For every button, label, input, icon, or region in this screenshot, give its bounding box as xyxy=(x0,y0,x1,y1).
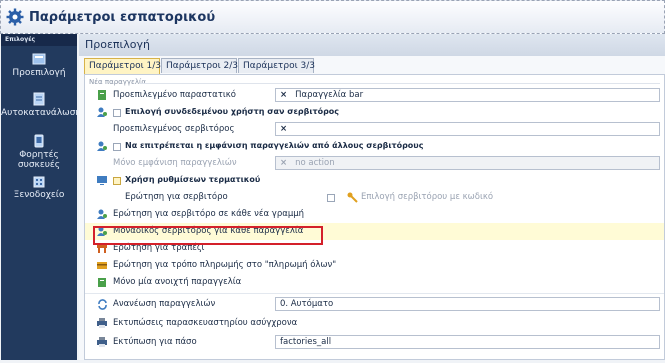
row-print-pass: Εκτύπωση για πάσο factories_all xyxy=(85,334,664,351)
hotel-icon xyxy=(33,176,45,188)
mobile-device-icon xyxy=(34,134,44,148)
printer-icon xyxy=(97,337,107,347)
row-ask-waiter-each-line: Ερώτηση για σερβιτόρο σε κάθε νέα γραμμή xyxy=(85,206,664,223)
refresh-icon xyxy=(98,299,107,310)
sidebar: Επιλογές Προεπιλογή Αυτοκατανάλωση Φορητ… xyxy=(1,34,81,360)
row-extra-label: Επιλογή σερβιτόρου με κωδικό xyxy=(361,192,494,202)
section-divider xyxy=(140,83,660,84)
divider xyxy=(85,293,664,294)
preset-icon xyxy=(32,53,46,65)
connected-user-checkbox[interactable] xyxy=(113,109,121,117)
gear-icon xyxy=(6,8,24,26)
row-default-document: Προεπιλεγμένο παραστατικό × Παραγγελία ba… xyxy=(85,87,664,104)
row-default-waiter: Προεπιλεγμένος σερβιτόρος × xyxy=(85,121,664,138)
row-label: Να επιτρέπεται η εμφάνιση παραγγελιών απ… xyxy=(125,141,424,150)
row-label: Ανανέωση παραγγελιών xyxy=(113,299,216,309)
window-title: Παράμετροι εσπατορικού xyxy=(29,10,216,25)
clear-icon[interactable]: × xyxy=(280,124,287,134)
sidebar-item-label: Φορητές συσκευές xyxy=(17,150,61,170)
highlight-frame xyxy=(93,226,323,245)
default-waiter-field[interactable]: × xyxy=(275,122,660,136)
user-icon xyxy=(97,141,107,151)
print-pass-field[interactable]: factories_all xyxy=(275,335,660,349)
terminal-settings-checkbox[interactable] xyxy=(113,177,121,185)
allow-other-waiters-checkbox[interactable] xyxy=(113,143,121,151)
tab-params-3[interactable]: Παράμετροι 3/3 xyxy=(238,58,315,73)
row-label: Προεπιλεγμένο παραστατικό xyxy=(113,90,236,100)
row-label: Ερώτηση για σερβιτόρο σε κάθε νέα γραμμή xyxy=(113,209,305,219)
section-label: Νέα παραγγελία xyxy=(89,78,146,86)
row-label: Μόνο εμφάνιση παραγγελιών xyxy=(113,158,237,168)
payment-icon xyxy=(97,262,107,269)
row-label: Χρήση ρυθμίσεων τερματικού xyxy=(125,175,261,184)
sidebar-item-autoconsumption[interactable]: Αυτοκατανάλωση xyxy=(1,92,81,118)
row-label: Ερώτηση για σερβιτόρο xyxy=(125,192,228,202)
row-show-orders-only: Μόνο εμφάνιση παραγγελιών × no action xyxy=(85,155,664,172)
monitor-icon xyxy=(97,176,107,185)
row-ask-waiter: Ερώτηση για σερβιτόρο Επιλογή σερβιτόρου… xyxy=(85,189,664,206)
row-single-open-order: Μόνο μία ανοιχτή παραγγελία xyxy=(85,274,664,291)
clear-icon[interactable]: × xyxy=(280,90,287,100)
row-label: Εκτυπώσεις παρασκευαστηρίου ασύγχρονα xyxy=(113,318,298,328)
sidebar-item-mobile-devices[interactable]: Φορητές συσκευές xyxy=(1,134,77,170)
sidebar-item-label: Αυτοκατανάλωση xyxy=(1,108,82,118)
user-icon xyxy=(97,209,107,219)
row-connected-user-waiter: Επιλογή συνδεδεμένου χρήστη σαν σερβιτόρ… xyxy=(85,104,664,121)
title-bar: Παράμετροι εσπατορικού xyxy=(0,0,665,34)
tab-params-2[interactable]: Παράμετροι 2/3 xyxy=(161,58,238,73)
refresh-orders-select[interactable]: 0. Αυτόματο xyxy=(275,297,660,311)
row-ask-payment: Ερώτηση για τρόπο πληρωμής στο "πληρωμή … xyxy=(85,257,664,274)
waiter-with-code-checkbox[interactable] xyxy=(327,194,335,202)
printer-icon xyxy=(97,318,107,328)
sidebar-item-hotel[interactable]: Ξενοδοχείο xyxy=(1,174,77,200)
row-async-printing: Εκτυπώσεις παρασκευαστηρίου ασύγχρονα xyxy=(85,315,664,332)
sidebar-item-label: Ξενοδοχείο xyxy=(13,190,65,200)
key-icon xyxy=(347,192,358,203)
row-terminal-settings: Χρήση ρυθμίσεων τερματικού xyxy=(85,172,664,189)
sidebar-item-label: Προεπιλογή xyxy=(12,68,66,78)
row-label: Ερώτηση για τρόπο πληρωμής στο "πληρωμή … xyxy=(113,260,337,270)
row-allow-other-waiters: Να επιτρέπεται η εμφάνιση παραγγελιών απ… xyxy=(85,138,664,155)
show-orders-field[interactable]: × no action xyxy=(275,156,660,170)
sidebar-header: Επιλογές xyxy=(1,34,77,46)
order-icon xyxy=(98,278,106,287)
row-label: Εκτύπωση για πάσο xyxy=(113,337,197,347)
tab-params-1[interactable]: Παράμετροι 1/3 xyxy=(84,58,161,74)
row-label: Προεπιλεγμένος σερβιτόρος xyxy=(113,124,235,134)
user-icon xyxy=(97,107,107,117)
default-document-field[interactable]: × Παραγγελία bar xyxy=(275,88,660,102)
row-refresh-orders: Ανανέωση παραγγελιών 0. Αυτόματο xyxy=(85,296,664,313)
main-area: Προεπιλογή Παράμετροι 1/3 Παράμετροι 2/3… xyxy=(79,34,665,360)
settings-panel: Νέα παραγγελία Προεπιλεγμένο παραστατικό… xyxy=(84,74,665,360)
row-label: Επιλογή συνδεδεμένου χρήστη σαν σερβιτόρ… xyxy=(125,107,340,116)
document-green-icon xyxy=(98,90,106,100)
page-title: Προεπιλογή xyxy=(79,34,665,56)
clear-icon[interactable]: × xyxy=(280,158,287,168)
sidebar-item-preset[interactable]: Προεπιλογή xyxy=(1,52,77,78)
row-label: Μόνο μία ανοιχτή παραγγελία xyxy=(113,277,242,287)
document-icon xyxy=(33,92,45,106)
